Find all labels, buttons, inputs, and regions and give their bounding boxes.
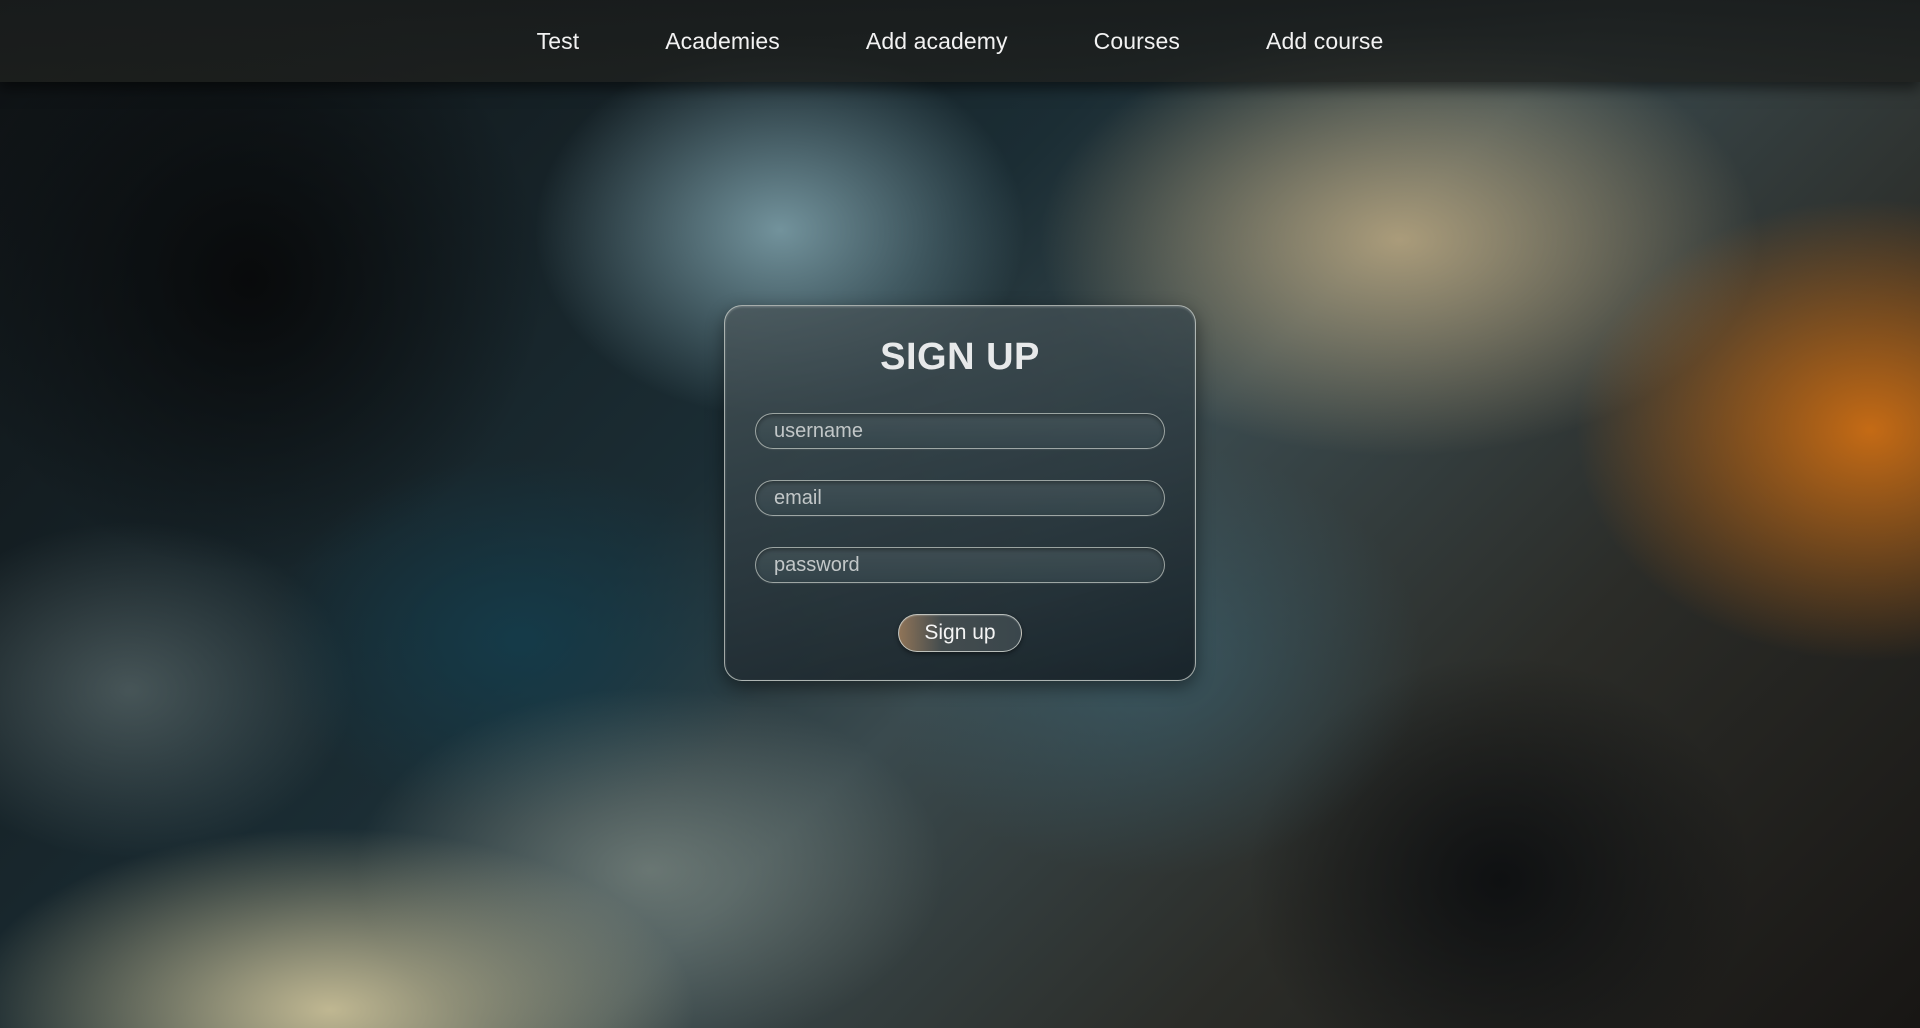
nav-link-add-academy[interactable]: Add academy [823, 28, 1051, 54]
signup-form-card: SIGN UP Sign up [724, 305, 1196, 681]
nav-item-courses: Courses [1051, 28, 1223, 55]
nav-link-academies[interactable]: Academies [622, 28, 823, 54]
nav-item-add-academy: Add academy [823, 28, 1051, 55]
top-navbar: Test Academies Add academy Courses Add c… [0, 0, 1920, 82]
signup-title: SIGN UP [880, 336, 1040, 378]
nav-link-test[interactable]: Test [494, 28, 623, 54]
nav-item-add-course: Add course [1223, 28, 1426, 55]
nav-link-add-course[interactable]: Add course [1223, 28, 1426, 54]
username-input[interactable] [755, 413, 1165, 449]
nav-link-courses[interactable]: Courses [1051, 28, 1223, 54]
sign-up-button[interactable]: Sign up [898, 614, 1022, 652]
nav-item-academies: Academies [622, 28, 823, 55]
email-input[interactable] [755, 480, 1165, 516]
nav-item-test: Test [494, 28, 623, 55]
password-input[interactable] [755, 547, 1165, 583]
nav-list: Test Academies Add academy Courses Add c… [494, 28, 1427, 55]
